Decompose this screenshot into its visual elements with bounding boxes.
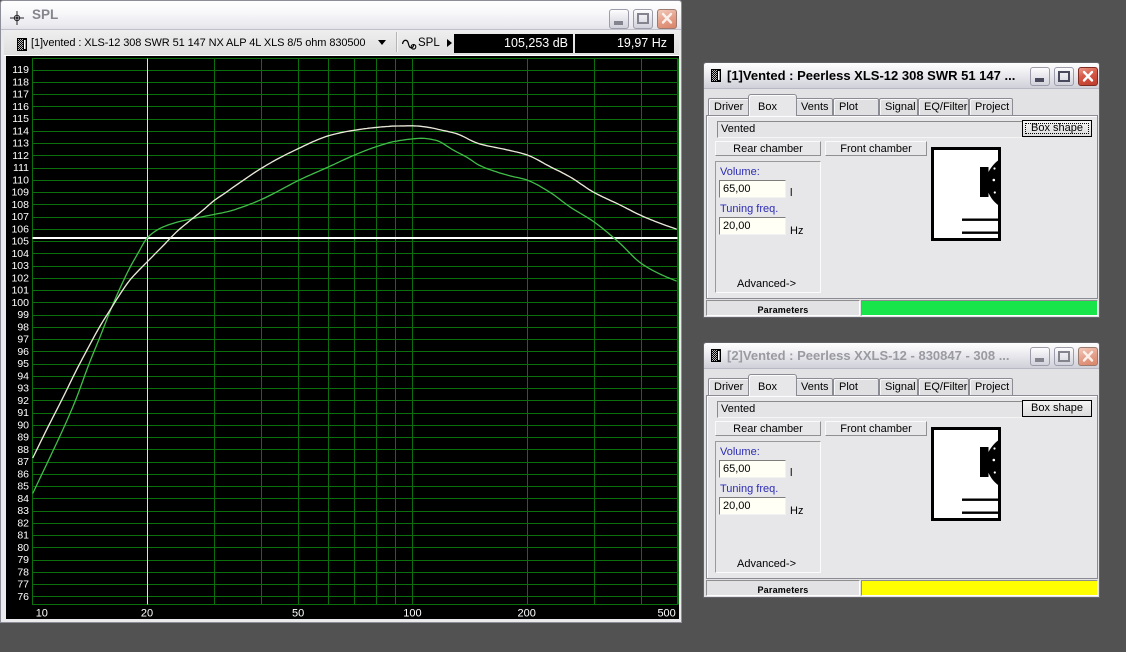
svg-text:78: 78: [17, 567, 29, 579]
svg-text:117: 117: [12, 89, 29, 101]
svg-text:96: 96: [17, 346, 29, 358]
svg-text:82: 82: [17, 518, 29, 530]
svg-text:84: 84: [17, 493, 29, 505]
svg-text:87: 87: [17, 456, 29, 468]
svg-text:101: 101: [11, 285, 29, 297]
svg-text:114: 114: [12, 125, 29, 137]
svg-text:80: 80: [17, 542, 29, 554]
svg-text:108: 108: [11, 199, 29, 211]
svg-text:76: 76: [17, 591, 29, 603]
svg-text:95: 95: [17, 358, 29, 370]
svg-text:104: 104: [11, 248, 29, 260]
svg-text:97: 97: [17, 334, 29, 346]
svg-text:116: 116: [12, 101, 29, 113]
svg-text:103: 103: [11, 260, 29, 272]
svg-text:200: 200: [518, 608, 536, 620]
svg-text:77: 77: [17, 579, 29, 591]
svg-text:92: 92: [17, 395, 29, 407]
svg-text:119: 119: [12, 64, 29, 76]
svg-text:105: 105: [11, 236, 29, 248]
svg-text:89: 89: [17, 432, 29, 444]
svg-text:111: 111: [13, 162, 29, 174]
svg-text:107: 107: [11, 211, 29, 223]
svg-text:113: 113: [12, 138, 29, 150]
svg-text:91: 91: [17, 407, 29, 419]
svg-text:500: 500: [657, 608, 675, 620]
svg-text:20: 20: [141, 608, 153, 620]
svg-text:10: 10: [36, 608, 48, 620]
svg-text:106: 106: [11, 223, 29, 235]
svg-text:100: 100: [11, 297, 29, 309]
svg-text:99: 99: [17, 309, 29, 321]
svg-text:88: 88: [17, 444, 29, 456]
svg-text:98: 98: [17, 321, 29, 333]
svg-text:93: 93: [17, 383, 29, 395]
svg-text:110: 110: [12, 174, 29, 186]
svg-text:109: 109: [11, 187, 29, 199]
svg-text:94: 94: [17, 370, 29, 382]
svg-text:90: 90: [17, 419, 29, 431]
svg-text:112: 112: [12, 150, 29, 162]
svg-text:85: 85: [17, 481, 29, 493]
svg-text:118: 118: [12, 77, 29, 89]
svg-text:79: 79: [17, 554, 29, 566]
svg-text:86: 86: [17, 468, 29, 480]
svg-text:100: 100: [403, 608, 421, 620]
svg-text:102: 102: [11, 272, 29, 284]
svg-text:81: 81: [17, 530, 29, 542]
svg-text:115: 115: [12, 113, 29, 125]
svg-text:50: 50: [292, 608, 304, 620]
svg-text:83: 83: [17, 505, 29, 517]
